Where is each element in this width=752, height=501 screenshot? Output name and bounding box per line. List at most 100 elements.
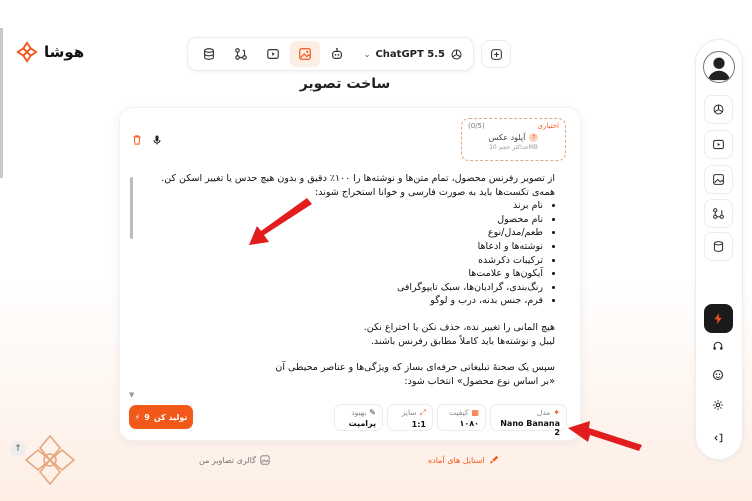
prompt-list-item: آیکون‌ها و علامت‌ها [140, 267, 543, 281]
enhance-option[interactable]: ✎بهبود پرامپت [334, 404, 383, 431]
headset-icon [713, 341, 723, 350]
top-toolbar: ⌄ ChatGPT 5.5 [187, 37, 474, 71]
prompt-intro-1: از تصویر رفرنس محصول، تمام متن‌ها و نوشت… [161, 173, 555, 184]
image-generate-icon [713, 174, 724, 185]
ready-styles-label: استایل های آماده [428, 455, 485, 465]
quality-option-value: ۱۰۸۰ [459, 419, 479, 428]
workflow-icon [713, 208, 724, 219]
brush-icon [490, 455, 498, 464]
brand-name: هوشا [44, 43, 85, 61]
plus-square-icon [490, 48, 502, 60]
generate-cost: 9 [144, 412, 150, 422]
sparkle-icon: ✦ [553, 408, 560, 417]
prompt-list-item: نام محصول [140, 213, 543, 227]
upload-image-dropzone[interactable]: (0/5) اختیاری ↑ آپلود عکس حداکثر حجم 10M… [461, 118, 566, 161]
prompt-intro-2: همه‌ی تکست‌ها باید به صورت فارسی و خوانا… [315, 186, 555, 198]
user-icon [707, 57, 731, 81]
prompt-list-item: فرم، جنس بدنه، درب و لوگو [140, 294, 543, 308]
left-edge-bar [0, 28, 3, 178]
openai-icon [713, 104, 724, 115]
prompt-para-2a: هیچ المانی را تغییر نده، حذف نکن یا اختر… [363, 321, 555, 333]
rail-upgrade[interactable] [704, 304, 733, 333]
generate-label: تولید کن [153, 412, 188, 422]
smile-icon [712, 369, 724, 381]
prompt-para-2b: لیبل و نوشته‌ها باید کاملاً مطابق رفرنس … [370, 335, 555, 347]
lightning-icon [714, 312, 722, 325]
prompt-list-item: نام برند [140, 199, 543, 213]
size-option-value: 1:1 [411, 420, 426, 429]
model-select-label: ChatGPT 5.5 [375, 48, 445, 60]
delete-icon[interactable] [131, 134, 143, 146]
upload-optional-tag: اختیاری [537, 122, 560, 130]
quality-option-label: کیفیت [449, 408, 469, 417]
database-icon [713, 241, 724, 252]
quality-option[interactable]: ▦کیفیت ۱۰۸۰ [437, 404, 486, 431]
video-icon [713, 139, 724, 150]
prompt-actions [131, 134, 163, 146]
prompt-scrollbar[interactable] [130, 177, 133, 239]
model-option-label: مدل [536, 408, 551, 417]
gallery-icon [260, 455, 270, 465]
chevron-down-icon: ⌄ [363, 49, 371, 59]
prompt-list-item: طعم/مدل/نوع [140, 226, 543, 240]
model-option[interactable]: ✦مدل Nano Banana 2 [490, 404, 567, 437]
decorative-ornament-icon [24, 434, 76, 486]
tool-video[interactable] [258, 41, 288, 67]
generate-button[interactable]: تولید کن 9 ⚡ [129, 405, 193, 429]
enhance-option-value: پرامپت [348, 419, 376, 428]
prompt-para-3a: سپس یک صحنهٔ تبلیغاتی حرفه‌ای بساز که وی… [275, 362, 555, 374]
resize-icon: ⤢ [419, 408, 426, 417]
rail-database[interactable] [704, 232, 733, 261]
prompt-textarea[interactable]: از تصویر رفرنس محصول، تمام متن‌ها و نوشت… [140, 172, 555, 390]
brand-logo[interactable]: هوشا [16, 41, 84, 63]
prompt-list-item: ترکیبات ذکرشده [140, 254, 543, 268]
microphone-icon[interactable] [151, 134, 163, 146]
prompt-para-3b: «بر اساس نوع محصول» انتخاب شود: [404, 375, 555, 387]
tool-database[interactable] [194, 41, 224, 67]
upload-hint: حداکثر حجم 10MB [489, 144, 538, 151]
database-icon [204, 48, 214, 60]
prompt-list-item: نوشته‌ها و ادعاها [140, 240, 543, 254]
model-option-value: Nano Banana 2 [500, 419, 560, 437]
upload-count: (0/5) [468, 122, 485, 130]
prompt-list: نام برند نام محصول طعم/مدل/نوع نوشته‌ها … [140, 199, 555, 308]
enhance-option-label: بهبود [351, 408, 367, 417]
scroll-down-icon[interactable]: ▼ [129, 391, 134, 399]
sidebar-toggle-icon [714, 433, 723, 443]
rail-image[interactable] [704, 165, 733, 194]
new-chat-button[interactable] [481, 40, 511, 68]
support-button[interactable] [712, 340, 724, 352]
user-avatar[interactable] [703, 51, 735, 83]
size-option[interactable]: ⤢سایز 1:1 [387, 404, 433, 431]
video-icon [267, 49, 279, 59]
robot-icon [332, 47, 342, 59]
tool-workflow[interactable] [226, 41, 256, 67]
model-select[interactable]: ⌄ ChatGPT 5.5 [360, 48, 467, 61]
annotation-arrow-icon [568, 421, 642, 451]
upload-icon: ↑ [529, 133, 539, 142]
annotation-arrow-icon [249, 198, 312, 245]
my-gallery-label: گالری تصاویر من [199, 455, 256, 465]
rail-video[interactable] [704, 130, 733, 159]
collapse-sidebar-button[interactable] [712, 432, 724, 444]
tool-image-generate[interactable] [290, 41, 320, 67]
upload-label: آپلود عکس [488, 133, 526, 142]
lightning-icon: ⚡ [134, 412, 141, 422]
feedback-button[interactable] [712, 369, 724, 381]
settings-button[interactable] [712, 399, 724, 411]
openai-icon [451, 49, 462, 59]
quality-icon: ▦ [471, 408, 479, 417]
rail-chat[interactable] [704, 95, 733, 124]
gear-icon [713, 400, 723, 410]
ready-styles-link[interactable]: استایل های آماده [428, 455, 499, 465]
page-title: ساخت تصویر [299, 76, 391, 92]
image-generate-icon [299, 48, 311, 60]
rail-workflow[interactable] [704, 199, 733, 228]
prompt-list-item: رنگ‌بندی، گرادیان‌ها، سبک تایپوگرافی [140, 281, 543, 295]
tool-robot[interactable] [322, 41, 352, 67]
workflow-icon [235, 48, 247, 60]
size-option-label: سایز [401, 408, 417, 417]
magic-wand-icon: ✎ [369, 408, 376, 417]
brand-mark-icon [16, 41, 38, 63]
my-gallery-link[interactable]: گالری تصاویر من [199, 455, 270, 465]
